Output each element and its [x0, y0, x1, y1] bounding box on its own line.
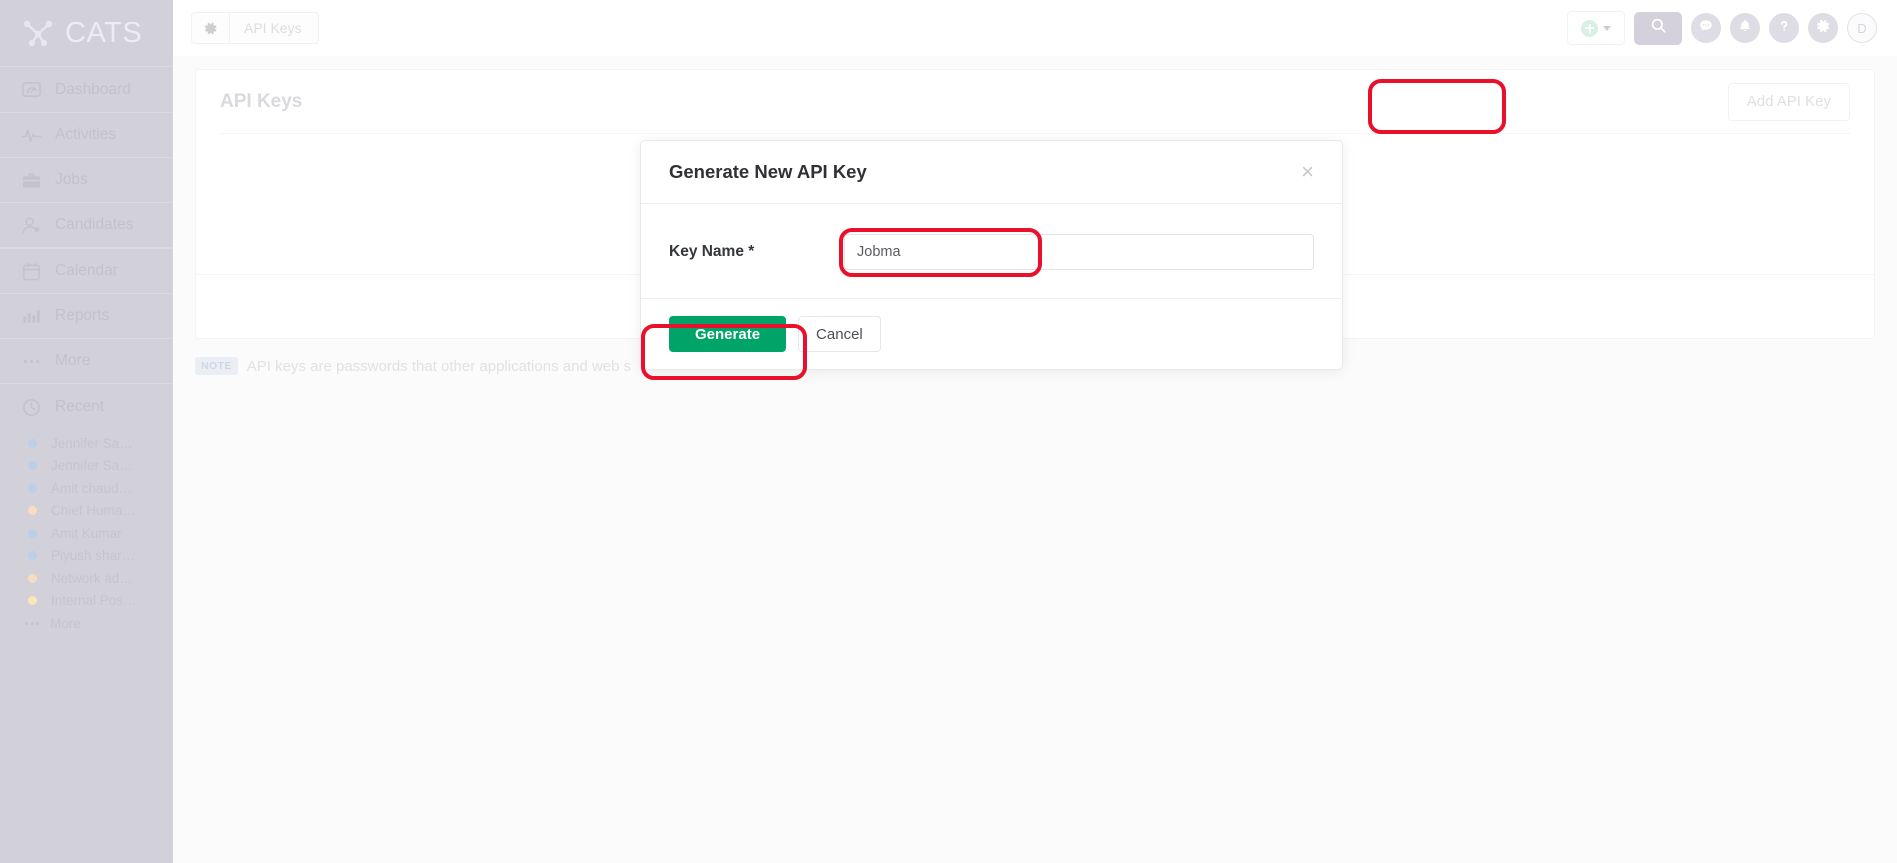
- add-api-key-button[interactable]: Add API Key: [1727, 82, 1850, 121]
- search-icon: [1650, 17, 1667, 39]
- brand[interactable]: CATS: [0, 0, 173, 66]
- cats-logo-icon: [20, 18, 56, 48]
- key-name-input[interactable]: [844, 234, 1314, 270]
- chevron-down-icon: [1603, 25, 1611, 31]
- activities-icon: [21, 125, 42, 146]
- modal-footer: Generate Cancel: [641, 299, 1342, 369]
- recent-more-label: More: [50, 615, 81, 631]
- card-header: API Keys Add API Key: [196, 70, 1874, 133]
- sidebar-item-label: More: [55, 352, 91, 369]
- sidebar-item-activities[interactable]: Activities: [0, 112, 173, 157]
- sidebar-recent-list: Jennifer Sa… Jennifer Sa… Amit chaud… Ch…: [0, 430, 173, 635]
- messages-button[interactable]: [1691, 13, 1721, 43]
- recent-item[interactable]: Internal Pos…: [0, 590, 173, 613]
- status-dot: [28, 573, 37, 583]
- generate-button[interactable]: Generate: [669, 316, 787, 352]
- key-name-label: Key Name *: [669, 243, 755, 260]
- search-button[interactable]: [1634, 11, 1682, 45]
- modal-body: Key Name *: [641, 204, 1342, 299]
- modal-header: Generate New API Key ×: [641, 141, 1342, 204]
- brand-name: CATS: [65, 16, 143, 49]
- briefcase-icon: [21, 170, 42, 191]
- bell-icon: [1737, 18, 1753, 39]
- status-dot: [28, 528, 37, 538]
- sidebar-item-reports[interactable]: Reports: [0, 293, 173, 338]
- recent-item-label: Internal Pos…: [51, 593, 137, 609]
- alerts-button[interactable]: [1730, 13, 1760, 43]
- dashboard-icon: [21, 79, 42, 100]
- close-icon[interactable]: ×: [1301, 161, 1314, 183]
- sidebar-item-calendar[interactable]: Calendar: [0, 248, 173, 293]
- recent-item-label: Amit Kumar: [51, 525, 122, 541]
- candidates-icon: [21, 215, 42, 236]
- sidebar-item-more[interactable]: More: [0, 338, 173, 383]
- sidebar-item-label: Reports: [55, 307, 110, 324]
- key-name-form-row: Key Name *: [669, 234, 1314, 270]
- sidebar-item-label: Jobs: [55, 171, 88, 188]
- chat-icon: [1698, 18, 1714, 39]
- modal-title: Generate New API Key: [669, 161, 867, 182]
- app-root: CATS Dashboard Activities Jobs Candidate…: [0, 0, 1897, 863]
- sidebar-item-label: Calendar: [55, 262, 118, 279]
- note-text: API keys are passwords that other applic…: [246, 357, 632, 375]
- status-dot: [28, 551, 37, 561]
- sidebar-recent-label: Recent: [55, 398, 105, 415]
- clock-icon: [21, 397, 42, 418]
- recent-item[interactable]: Jennifer Sa…: [0, 432, 173, 455]
- page-title: API Keys: [220, 90, 303, 112]
- recent-item-label: Amit chaud…: [51, 480, 133, 496]
- avatar[interactable]: D: [1847, 13, 1877, 43]
- sidebar-item-jobs[interactable]: Jobs: [0, 157, 173, 202]
- ellipsis-icon: [25, 621, 39, 625]
- settings-button[interactable]: [1808, 13, 1838, 43]
- avatar-initial: D: [1857, 20, 1867, 36]
- recent-item-label: Piyush shar…: [51, 548, 136, 564]
- sidebar-nav: Dashboard Activities Jobs Candidates Cal…: [0, 66, 173, 384]
- add-api-key-label: Add API Key: [1746, 93, 1831, 110]
- ellipsis-icon: [21, 351, 42, 372]
- add-button[interactable]: [1567, 11, 1625, 45]
- topbar-actions: D: [1567, 11, 1897, 45]
- plus-circle-icon: [1581, 19, 1598, 37]
- topbar: API Keys D: [173, 0, 1897, 56]
- sidebar-item-label: Activities: [55, 126, 117, 143]
- recent-item-label: Jennifer Sa…: [51, 458, 133, 474]
- help-button[interactable]: [1769, 13, 1799, 43]
- sidebar-recent-header[interactable]: Recent: [0, 384, 173, 430]
- sidebar-item-dashboard[interactable]: Dashboard: [0, 67, 173, 112]
- gear-icon: [1815, 18, 1831, 39]
- recent-item[interactable]: Chief Huma…: [0, 500, 173, 523]
- sidebar-item-candidates[interactable]: Candidates: [0, 202, 173, 247]
- recent-item[interactable]: Network ad…: [0, 567, 173, 590]
- breadcrumb-label: API Keys: [244, 20, 302, 36]
- recent-item[interactable]: Amit chaud…: [0, 477, 173, 500]
- gear-icon: [192, 13, 230, 43]
- sidebar: CATS Dashboard Activities Jobs Candidate…: [0, 0, 173, 863]
- recent-item-label: Jennifer Sa…: [51, 435, 133, 451]
- cancel-button[interactable]: Cancel: [798, 316, 881, 352]
- recent-item[interactable]: Amit Kumar: [0, 522, 173, 545]
- generate-api-key-modal: Generate New API Key × Key Name * Genera…: [640, 140, 1343, 370]
- status-dot: [28, 461, 37, 471]
- status-dot: [28, 438, 37, 448]
- page-layer: CATS Dashboard Activities Jobs Candidate…: [0, 0, 1897, 863]
- sidebar-item-label: Candidates: [55, 216, 134, 233]
- calendar-icon: [21, 261, 42, 282]
- note-badge: NOTE: [195, 357, 238, 375]
- recent-more-button[interactable]: More: [0, 612, 173, 635]
- reports-icon: [21, 306, 42, 327]
- status-dot: [28, 483, 37, 493]
- sidebar-item-label: Dashboard: [55, 80, 131, 98]
- recent-item-label: Chief Huma…: [51, 503, 136, 519]
- recent-item[interactable]: Piyush shar…: [0, 545, 173, 568]
- status-dot: [28, 596, 37, 606]
- recent-item[interactable]: Jennifer Sa…: [0, 455, 173, 478]
- breadcrumb[interactable]: API Keys: [191, 12, 319, 44]
- question-icon: [1776, 18, 1792, 39]
- status-dot: [28, 506, 37, 516]
- recent-item-label: Network ad…: [51, 570, 133, 586]
